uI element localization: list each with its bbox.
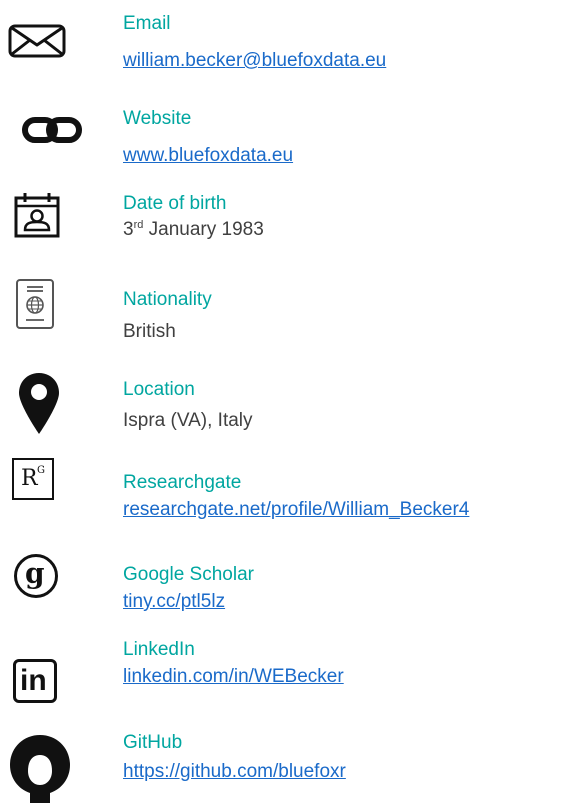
dob-day: 3 (123, 219, 134, 240)
scholar-link[interactable]: tiny.cc/ptl5lz (123, 591, 225, 613)
scholar-label: Google Scholar (123, 564, 254, 585)
nationality-label: Nationality (123, 289, 212, 310)
contact-email: Email william.becker@bluefoxdata.eu (0, 0, 576, 80)
dob-value: 3rd January 1983 (123, 219, 264, 241)
linkedin-icon: in (13, 659, 57, 703)
email-label: Email (123, 13, 171, 34)
contact-scholar: g Google Scholar tiny.cc/ptl5lz (0, 548, 576, 628)
dob-rest: January 1983 (143, 219, 264, 240)
researchgate-icon: R G (12, 458, 54, 500)
calendar-icon (14, 193, 60, 238)
link-icon (22, 117, 82, 143)
website-link[interactable]: www.bluefoxdata.eu (123, 145, 293, 167)
researchgate-link[interactable]: researchgate.net/profile/William_Becker4 (123, 499, 469, 521)
envelope-icon (8, 24, 66, 58)
location-value: Ispra (VA), Italy (123, 410, 253, 431)
dob-suffix: rd (133, 219, 144, 231)
email-link[interactable]: william.becker@bluefoxdata.eu (123, 50, 386, 72)
google-scholar-icon: g (14, 554, 58, 598)
contact-github: GitHub https://github.com/bluefoxr (0, 725, 576, 803)
github-label: GitHub (123, 732, 183, 753)
contact-nationality: Nationality British (0, 278, 576, 358)
github-link[interactable]: https://github.com/bluefoxr (123, 761, 346, 783)
contact-location: Location Ispra (VA), Italy (0, 365, 576, 445)
contact-website: Website www.bluefoxdata.eu (0, 105, 576, 175)
contact-researchgate: R G Researchgate researchgate.net/profil… (0, 458, 576, 538)
location-label: Location (123, 379, 195, 400)
passport-icon (16, 279, 54, 329)
website-label: Website (123, 108, 192, 129)
dob-label: Date of birth (123, 193, 227, 214)
nationality-value: British (123, 321, 176, 342)
linkedin-label: LinkedIn (123, 639, 195, 660)
contact-linkedin: in LinkedIn linkedin.com/in/WEBecker (0, 635, 576, 715)
contact-dob: Date of birth 3rd January 1983 (0, 190, 576, 270)
map-pin-icon (19, 373, 59, 434)
github-icon (10, 735, 70, 803)
linkedin-link[interactable]: linkedin.com/in/WEBecker (123, 666, 344, 688)
researchgate-label: Researchgate (123, 472, 242, 493)
